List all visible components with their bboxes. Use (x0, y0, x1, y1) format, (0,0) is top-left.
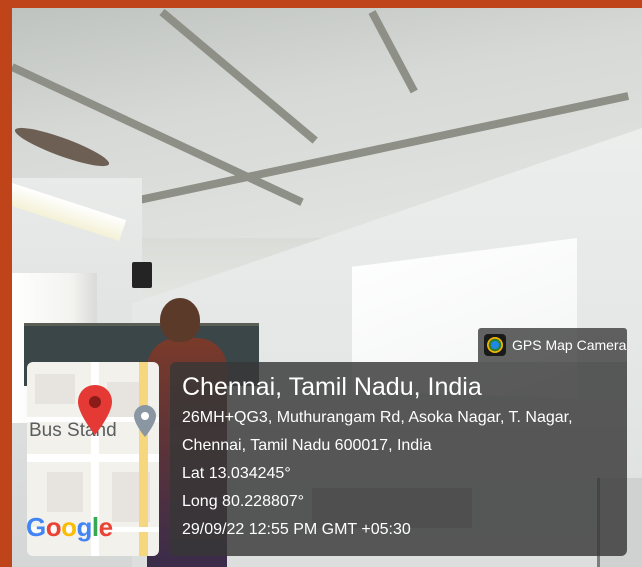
google-letter: G (26, 512, 46, 542)
presenter-head (160, 298, 200, 342)
longitude: Long 80.228807° (182, 493, 305, 510)
google-letter: g (76, 512, 93, 542)
google-logo: Google (26, 512, 113, 543)
google-letter: e (98, 512, 113, 542)
location-info-card: Chennai, Tamil Nadu, India 26MH+QG3, Mut… (170, 362, 627, 556)
google-wordmark: Google (26, 512, 113, 542)
google-letter: l (91, 512, 99, 542)
gps-map-camera-icon (484, 334, 506, 356)
address-line-2: Chennai, Tamil Nadu 600017, India (182, 437, 432, 454)
wall-speaker (132, 262, 152, 288)
latitude: Lat 13.034245° (182, 465, 291, 482)
address-line-1: 26MH+QG3, Muthurangam Rd, Asoka Nagar, T… (182, 409, 573, 426)
location-title: Chennai, Tamil Nadu, India (182, 373, 482, 401)
google-letter: o (45, 512, 62, 542)
google-letter: o (61, 512, 77, 542)
map-block (35, 374, 75, 404)
map-block (47, 472, 83, 512)
app-badge-label: GPS Map Camera (512, 337, 627, 353)
gps-map-camera-badge: GPS Map Camera (478, 328, 627, 362)
map-pin-icon (78, 385, 112, 435)
secondary-pin-icon (134, 405, 156, 437)
timestamp: 29/09/22 12:55 PM GMT +05:30 (182, 521, 411, 538)
